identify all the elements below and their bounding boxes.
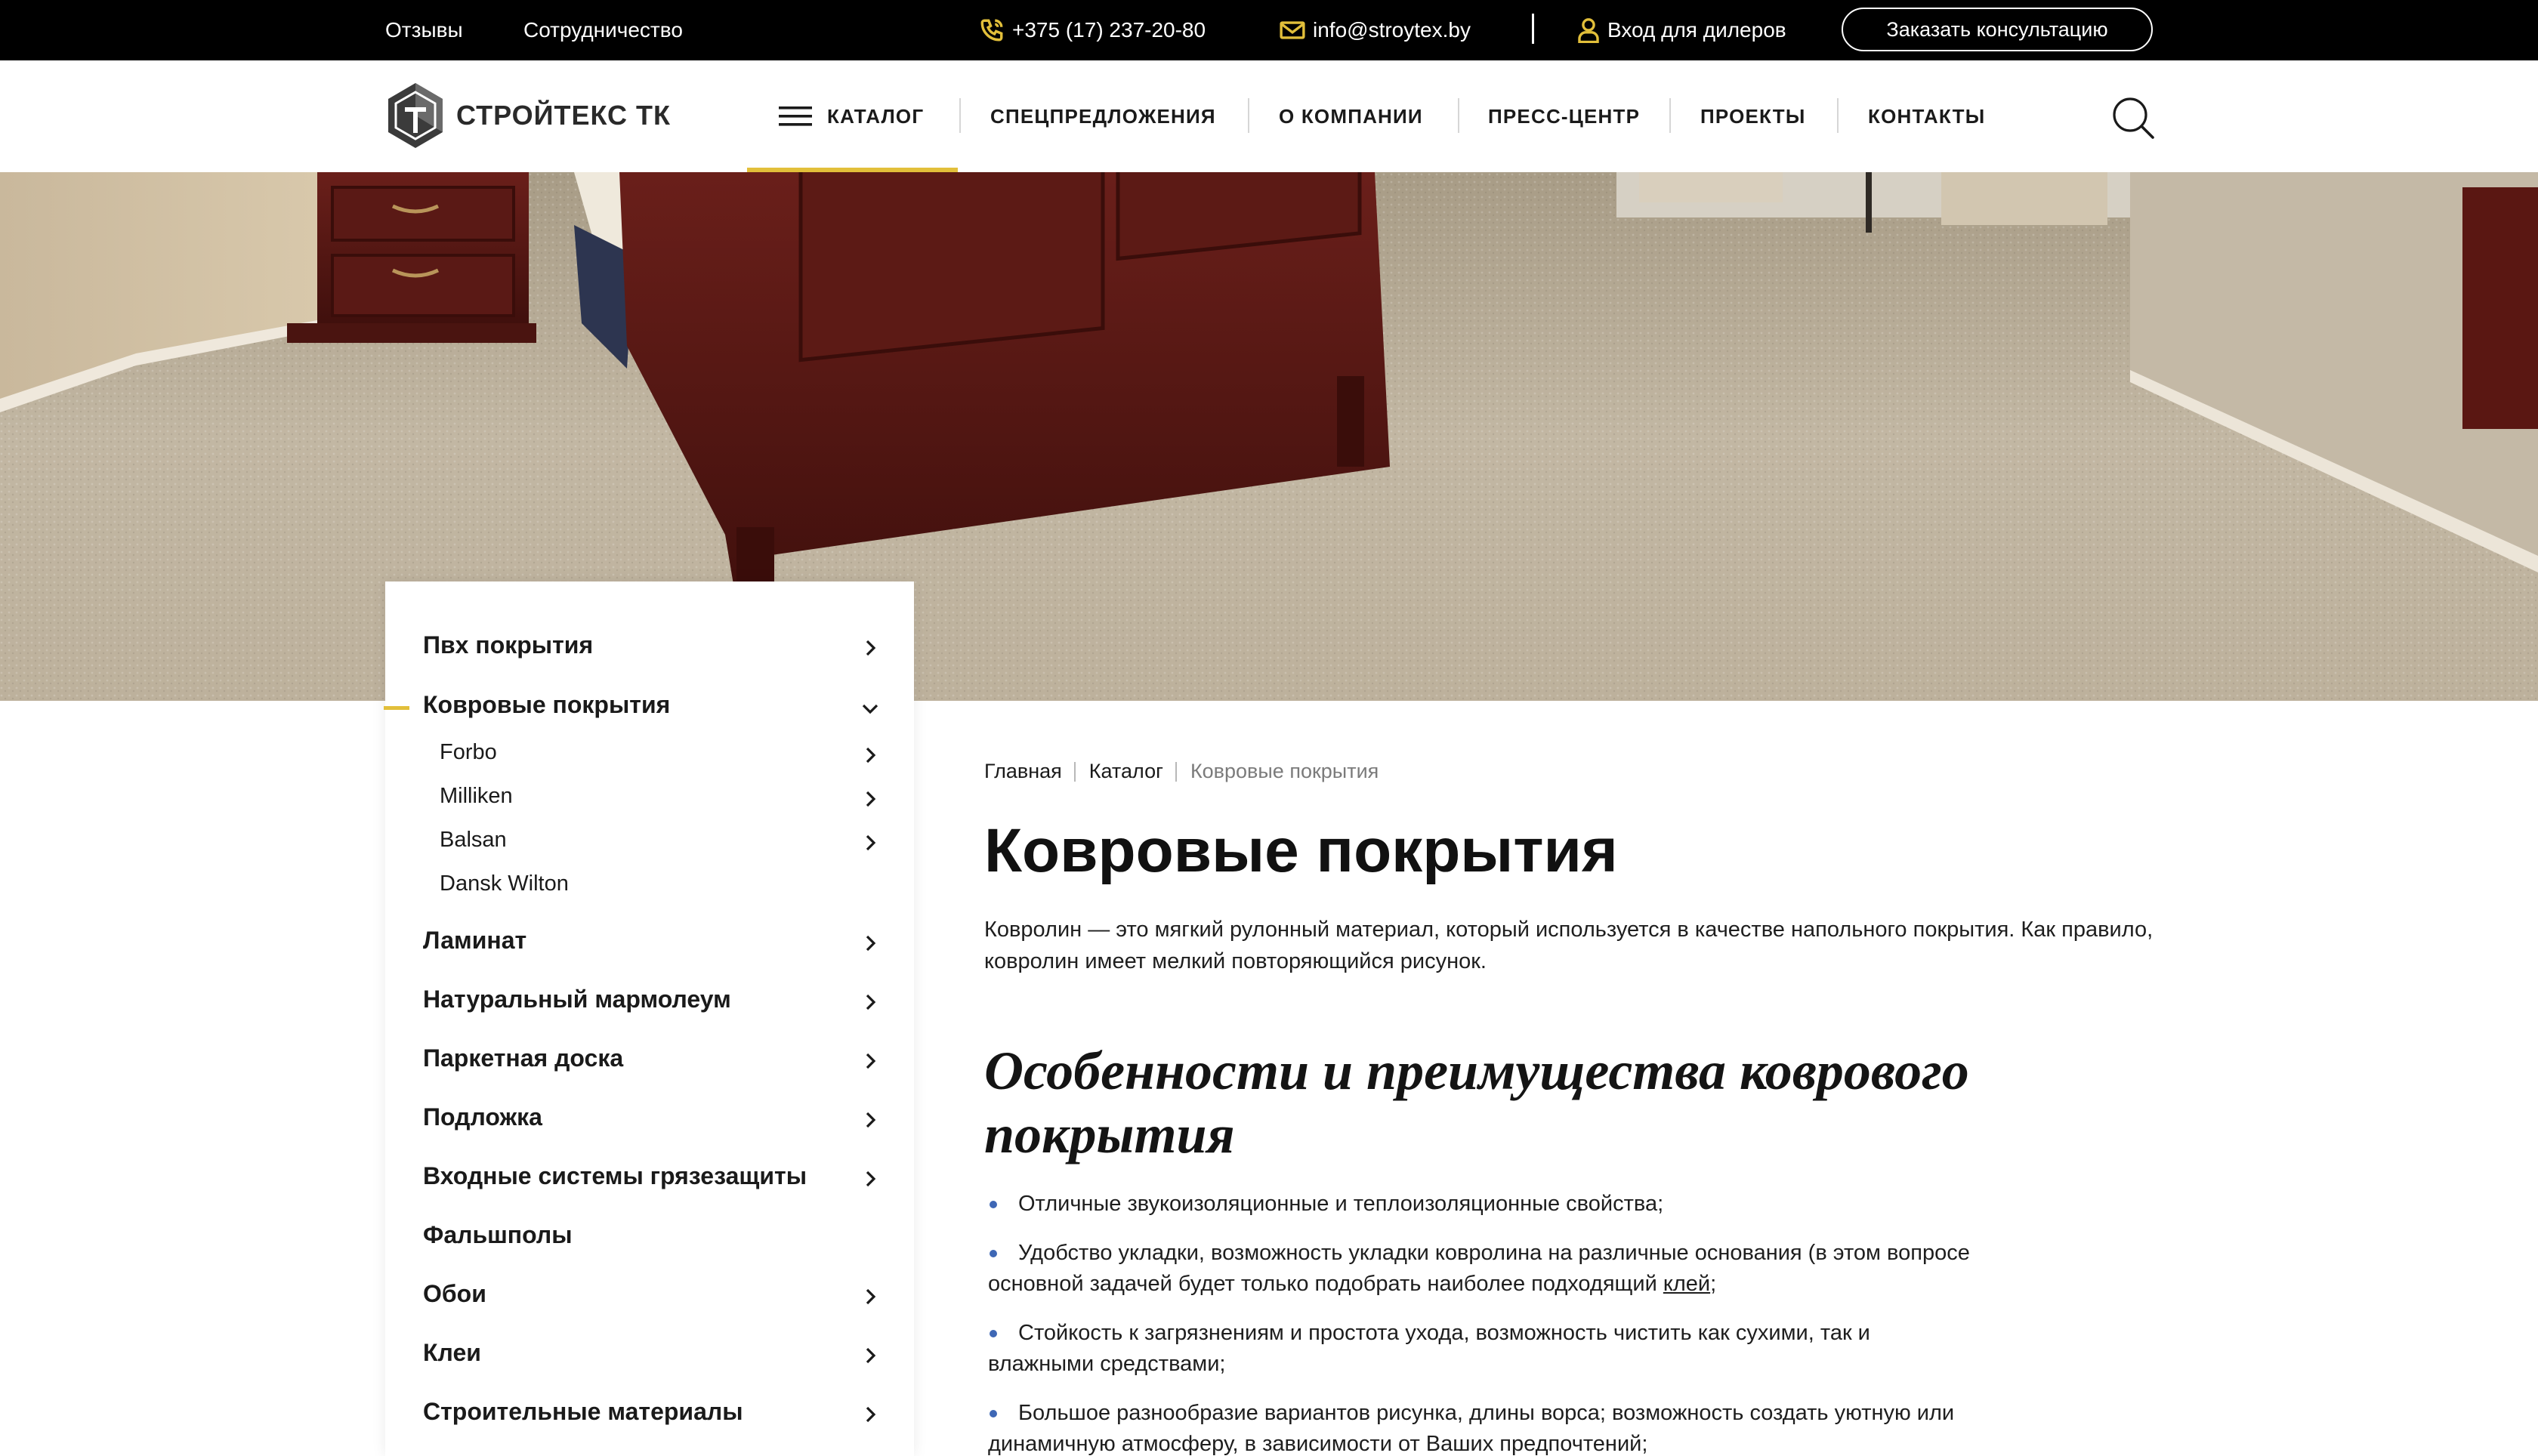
sidebar-subitem-balsan[interactable]: Balsan bbox=[440, 828, 507, 853]
sidebar-item-laminate[interactable]: Ламинат bbox=[423, 927, 526, 955]
sidebar-item-wallpaper[interactable]: Обои bbox=[423, 1280, 486, 1308]
logo[interactable]: СТРОЙТЕКС ТК bbox=[385, 82, 671, 150]
sidebar-item-underlay[interactable]: Подложка bbox=[423, 1103, 542, 1131]
sidebar-subitem-milliken[interactable]: Milliken bbox=[440, 784, 513, 809]
email-link[interactable]: info@stroytex.by bbox=[1280, 0, 1471, 60]
sidebar-item-raised-floors[interactable]: Фальшполы bbox=[423, 1221, 573, 1249]
search-button[interactable] bbox=[2110, 95, 2156, 140]
page-title: Ковровые покрытия bbox=[984, 816, 1618, 885]
phone-link[interactable]: +375 (17) 237-20-80 bbox=[979, 0, 1206, 60]
breadcrumb-separator bbox=[1073, 761, 1076, 782]
bullet-dot bbox=[990, 1201, 997, 1208]
hero-image bbox=[0, 172, 2538, 701]
logo-icon bbox=[388, 83, 443, 148]
chevron-right-icon[interactable] bbox=[861, 993, 879, 1011]
features-list: Отличные звукоизоляционные и теплоизоляц… bbox=[988, 1189, 2076, 1456]
nav-separator bbox=[1669, 98, 1671, 133]
list-item-text: Стойкость к загрязнениям и простота уход… bbox=[988, 1321, 1870, 1376]
list-item-text: Отличные звукоизоляционные и теплоизоляц… bbox=[1018, 1192, 1664, 1216]
chevron-right-icon[interactable] bbox=[861, 639, 879, 657]
nav-separator bbox=[1248, 98, 1249, 133]
phone-number: +375 (17) 237-20-80 bbox=[1012, 18, 1206, 42]
chevron-right-icon[interactable] bbox=[861, 934, 879, 952]
nav-catalog[interactable]: КАТАЛОГ bbox=[779, 60, 924, 172]
chevron-right-icon[interactable] bbox=[861, 790, 879, 808]
list-item: Удобство укладки, возможность укладки ко… bbox=[988, 1238, 1970, 1300]
bullet-dot bbox=[990, 1250, 997, 1257]
cooperation-link[interactable]: Сотрудничество bbox=[523, 0, 683, 60]
user-icon bbox=[1578, 18, 1599, 43]
nav-separator bbox=[959, 98, 961, 133]
chevron-right-icon[interactable] bbox=[861, 1288, 879, 1306]
bullet-dot bbox=[990, 1410, 997, 1417]
sidebar-item-marmoleum[interactable]: Натуральный мармолеум bbox=[423, 986, 731, 1013]
consultation-button[interactable]: Заказать консультацию bbox=[1842, 8, 2153, 51]
sidebar-item-entrance-systems[interactable]: Входные системы грязезащиты bbox=[423, 1162, 807, 1190]
nav-separator bbox=[1458, 98, 1459, 133]
nav-about[interactable]: О КОМПАНИИ bbox=[1279, 60, 1423, 172]
menu-icon bbox=[779, 106, 812, 126]
chevron-right-icon[interactable] bbox=[861, 1346, 879, 1365]
breadcrumb-home[interactable]: Главная bbox=[984, 760, 1062, 783]
search-icon bbox=[2113, 97, 2154, 139]
list-item-text-end: ; bbox=[1710, 1272, 1717, 1296]
reviews-link[interactable]: Отзывы bbox=[385, 0, 463, 60]
logo-text: СТРОЙТЕКС ТК bbox=[456, 100, 671, 131]
list-item: Большое разнообразие вариантов рисунка, … bbox=[988, 1398, 2076, 1456]
chevron-right-icon[interactable] bbox=[861, 1170, 879, 1188]
chevron-right-icon[interactable] bbox=[861, 834, 879, 852]
list-item-text: Удобство укладки, возможность укладки ко… bbox=[988, 1241, 1970, 1296]
list-item-text: Большое разнообразие вариантов рисунка, … bbox=[988, 1401, 1955, 1456]
main-header: СТРОЙТЕКС ТК КАТАЛОГ СПЕЦПРЕДЛОЖЕНИЯ О К… bbox=[0, 60, 2538, 172]
chevron-right-icon[interactable] bbox=[861, 1111, 879, 1129]
active-item-marker bbox=[384, 706, 409, 710]
nav-press-center[interactable]: ПРЕСС-ЦЕНТР bbox=[1488, 60, 1640, 172]
sidebar-item-building-materials[interactable]: Строительные материалы bbox=[423, 1398, 743, 1426]
nav-contacts[interactable]: КОНТАКТЫ bbox=[1868, 60, 1985, 172]
intro-paragraph: Ковролин — это мягкий рулонный материал,… bbox=[984, 918, 2154, 973]
nav-projects[interactable]: ПРОЕКТЫ bbox=[1700, 60, 1806, 172]
topbar-divider bbox=[1532, 14, 1534, 44]
hero-banner bbox=[0, 172, 2538, 701]
catalog-sidebar: Пвх покрытия Ковровые покрытия Forbo Mil… bbox=[384, 581, 914, 1456]
chevron-down-icon[interactable] bbox=[861, 699, 879, 717]
top-bar: Отзывы Сотрудничество +375 (17) 237-20-8… bbox=[0, 0, 2538, 60]
chevron-right-icon[interactable] bbox=[861, 1052, 879, 1070]
chevron-right-icon[interactable] bbox=[861, 1405, 879, 1424]
email-address: info@stroytex.by bbox=[1313, 18, 1471, 42]
list-item: Отличные звукоизоляционные и теплоизоляц… bbox=[988, 1189, 2076, 1220]
nav-catalog-label: КАТАЛОГ bbox=[827, 104, 925, 128]
breadcrumb-separator bbox=[1175, 761, 1177, 782]
nav-special-offers[interactable]: СПЕЦПРЕДЛОЖЕНИЯ bbox=[990, 60, 1216, 172]
mail-icon bbox=[1280, 21, 1305, 39]
sidebar-item-glues[interactable]: Клеи bbox=[423, 1339, 481, 1367]
breadcrumb: Главная Каталог Ковровые покрытия bbox=[984, 760, 1379, 783]
chevron-right-icon[interactable] bbox=[861, 746, 879, 764]
sidebar-item-pvc[interactable]: Пвх покрытия bbox=[423, 631, 593, 659]
dealer-login-link[interactable]: Вход для дилеров bbox=[1577, 0, 1786, 60]
list-item: Стойкость к загрязнениям и простота уход… bbox=[988, 1318, 1940, 1380]
breadcrumb-current: Ковровые покрытия bbox=[1190, 760, 1379, 782]
bullet-dot bbox=[990, 1330, 997, 1337]
sidebar-item-carpet[interactable]: Ковровые покрытия bbox=[423, 691, 670, 719]
sidebar-item-parquet[interactable]: Паркетная доска bbox=[423, 1044, 623, 1072]
sidebar-subitem-forbo[interactable]: Forbo bbox=[440, 740, 497, 765]
dealer-login-label: Вход для дилеров bbox=[1607, 18, 1786, 42]
sidebar-subitem-dansk-wilton[interactable]: Dansk Wilton bbox=[440, 871, 569, 896]
glue-link[interactable]: клей bbox=[1663, 1272, 1710, 1296]
section-heading: Особенности и преимущества коврового пок… bbox=[984, 1041, 1969, 1164]
nav-separator bbox=[1837, 98, 1839, 133]
phone-icon bbox=[980, 19, 1003, 42]
breadcrumb-catalog[interactable]: Каталог bbox=[1089, 760, 1163, 783]
